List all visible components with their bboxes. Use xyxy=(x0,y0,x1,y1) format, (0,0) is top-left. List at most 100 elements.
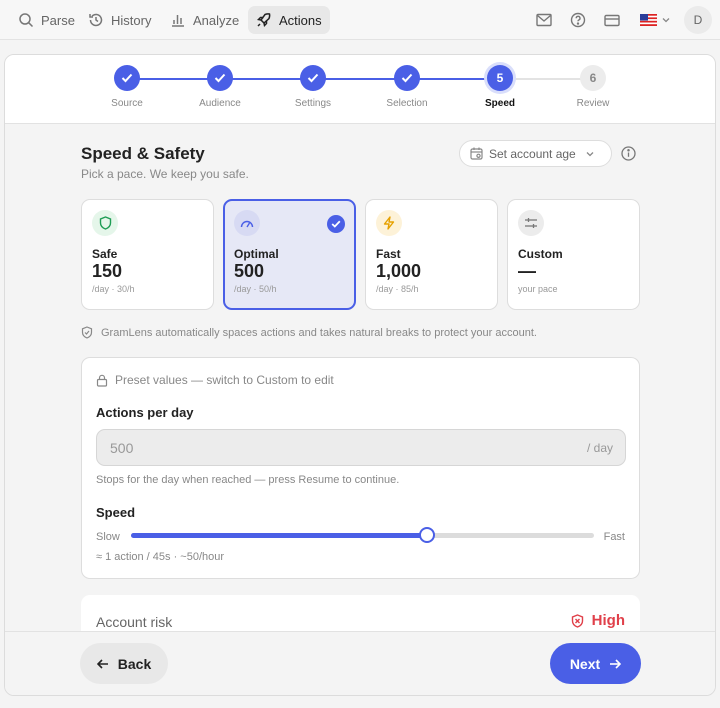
account-risk-value: High xyxy=(591,612,625,629)
selected-check-icon xyxy=(327,215,345,233)
step-label: Settings xyxy=(294,98,332,109)
arrow-left-icon xyxy=(96,658,108,669)
nav-parse[interactable]: Parse xyxy=(10,6,83,34)
step-check-icon xyxy=(300,65,326,91)
info-button[interactable] xyxy=(621,146,636,166)
nav-actions[interactable]: Actions xyxy=(248,6,330,34)
preset-lock-note: Preset values — switch to Custom to edit xyxy=(96,373,334,387)
help-icon xyxy=(570,12,586,28)
actions-per-day-label: Actions per day xyxy=(96,405,194,420)
mail-icon xyxy=(536,13,552,27)
preset-value: — xyxy=(518,261,536,281)
safety-notice: GramLens automatically spaces actions an… xyxy=(81,326,537,339)
account-risk-level: High xyxy=(571,612,625,629)
step-source[interactable]: Source xyxy=(87,65,167,109)
arrow-right-icon xyxy=(610,658,622,669)
actions-per-day-hint: Stops for the day when reached — press R… xyxy=(96,474,400,486)
step-number: 5 xyxy=(487,65,513,91)
preset-name: Optimal xyxy=(234,247,279,261)
billing-button[interactable] xyxy=(602,8,622,32)
speed-slider-fill xyxy=(131,533,428,538)
back-button-label: Back xyxy=(117,655,152,672)
info-icon xyxy=(621,146,636,161)
stepper: Source Audience Settings Selection 5 Spe… xyxy=(5,55,715,124)
preset-meta: your pace xyxy=(518,284,558,294)
preset-name: Custom xyxy=(518,247,563,261)
step-check-icon xyxy=(207,65,233,91)
step-selection[interactable]: Selection xyxy=(367,65,447,109)
preset-meta: /day · 50/h xyxy=(234,284,277,294)
nav-parse-label: Parse xyxy=(41,12,75,28)
nav-history-label: History xyxy=(111,12,152,28)
avatar[interactable]: D xyxy=(684,6,712,34)
calendar-icon xyxy=(470,147,483,160)
preset-value: 500 xyxy=(234,261,265,281)
set-account-age-label: Set account age xyxy=(489,146,576,161)
back-button[interactable]: Back xyxy=(80,643,168,684)
safety-notice-text: GramLens automatically spaces actions an… xyxy=(101,326,537,339)
language-select[interactable] xyxy=(638,8,672,32)
actions-per-day-value: 500 xyxy=(110,440,134,456)
step-label: Audience xyxy=(199,98,241,109)
speed-slider[interactable] xyxy=(131,527,594,543)
bar-chart-icon xyxy=(172,15,184,27)
nav-history[interactable]: History xyxy=(80,6,159,34)
step-review[interactable]: 6 Review xyxy=(553,65,633,109)
speed-settings-box: Preset values — switch to Custom to edit… xyxy=(81,357,640,579)
preset-card-custom[interactable]: Custom — your pace xyxy=(507,199,640,310)
step-label: Speed xyxy=(484,98,515,109)
step-check-icon xyxy=(394,65,420,91)
preset-meta: /day · 30/h xyxy=(92,284,135,294)
speed-slider-thumb[interactable] xyxy=(419,527,436,543)
wizard-panel: Source Audience Settings Selection 5 Spe… xyxy=(4,54,716,696)
help-button[interactable] xyxy=(568,8,588,32)
step-settings[interactable]: Settings xyxy=(273,65,353,109)
shield-check-icon xyxy=(81,326,93,339)
preset-name: Fast xyxy=(376,247,401,261)
actions-per-day-unit: / day xyxy=(586,441,613,455)
lock-icon xyxy=(96,374,108,387)
search-icon xyxy=(19,13,34,28)
preset-value: 1,000 xyxy=(376,261,422,281)
step-label: Selection xyxy=(386,98,428,109)
speed-rate-text: ≈ 1 action / 45s · ~50/hour xyxy=(96,551,225,563)
preset-name: Safe xyxy=(92,247,118,261)
nav-actions-label: Actions xyxy=(279,12,322,28)
credit-card-icon xyxy=(604,14,620,26)
nav-analyze-label: Analyze xyxy=(193,12,240,28)
preset-card-safe[interactable]: Safe 150 /day · 30/h xyxy=(81,199,214,310)
preset-card-fast[interactable]: Fast 1,000 /day · 85/h xyxy=(365,199,498,310)
account-risk-card: Account risk High xyxy=(81,595,640,635)
next-button[interactable]: Next xyxy=(550,643,641,684)
shield-x-icon xyxy=(571,613,583,628)
shield-icon xyxy=(92,210,118,236)
set-account-age-button[interactable]: Set account age xyxy=(459,140,612,167)
nav-analyze[interactable]: Analyze xyxy=(162,6,247,34)
account-risk-label: Account risk xyxy=(96,614,173,630)
rocket-icon xyxy=(256,13,271,28)
sliders-icon xyxy=(518,210,544,236)
chevron-down-icon xyxy=(586,151,594,156)
preset-meta: /day · 85/h xyxy=(376,284,419,294)
fast-label: Fast xyxy=(603,531,625,543)
step-label: Review xyxy=(576,98,610,109)
step-audience[interactable]: Audience xyxy=(180,65,260,109)
next-button-label: Next xyxy=(569,655,601,672)
chevron-down-icon xyxy=(662,18,670,23)
gauge-icon xyxy=(234,210,260,236)
preset-note-text: Preset values — switch to Custom to edit xyxy=(115,373,334,387)
page-title: Speed & Safety xyxy=(81,144,205,163)
page-subtitle: Pick a pace. We keep you safe. xyxy=(81,167,249,181)
step-label: Source xyxy=(111,98,143,109)
top-nav: Parse History Analyze Actions D xyxy=(0,0,720,40)
step-speed[interactable]: 5 Speed xyxy=(460,65,540,109)
mail-button[interactable] xyxy=(534,8,554,32)
preset-card-optimal[interactable]: Optimal 500 /day · 50/h xyxy=(223,199,356,310)
preset-value: 150 xyxy=(92,261,123,281)
actions-per-day-input[interactable]: 500 / day xyxy=(96,429,626,466)
step-number: 6 xyxy=(580,65,606,91)
speed-label: Speed xyxy=(96,505,136,520)
history-icon xyxy=(89,13,103,27)
wizard-footer: Back Next xyxy=(5,631,715,695)
step-check-icon xyxy=(114,65,140,91)
